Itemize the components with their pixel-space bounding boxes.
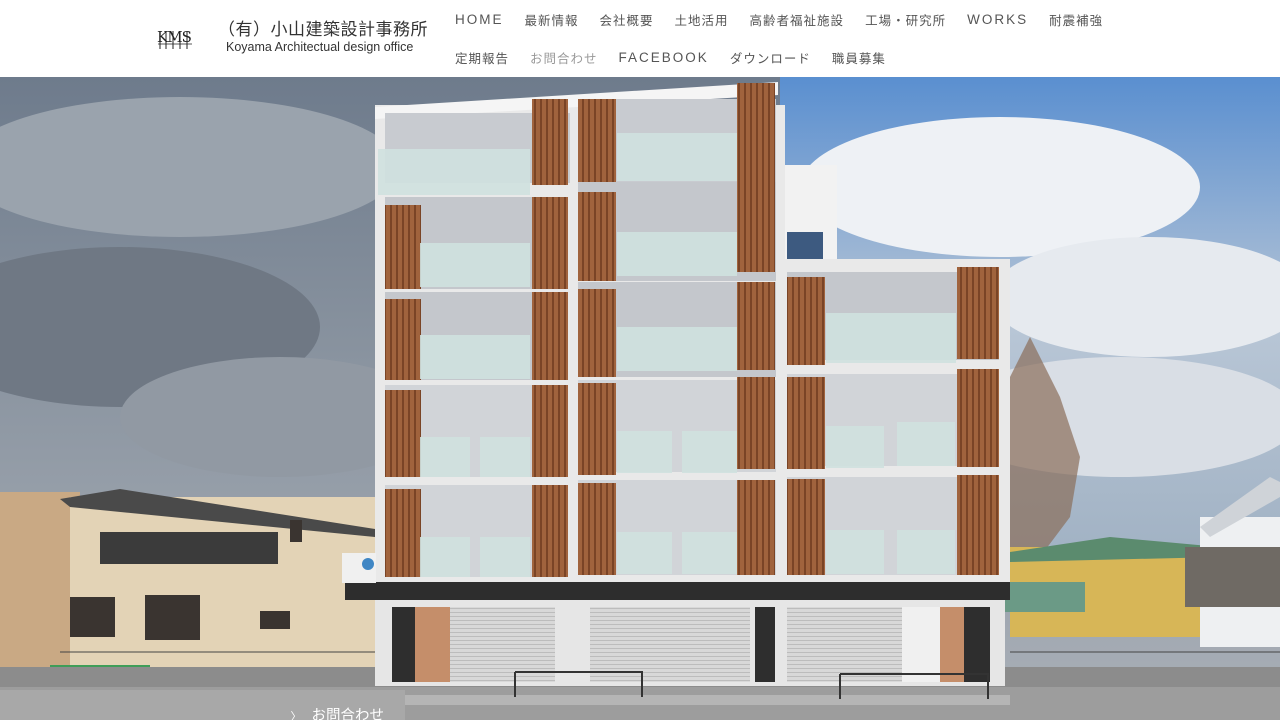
nav-item-works[interactable]: WORKS bbox=[967, 12, 1028, 27]
nav-item-elderly-care[interactable]: 高齢者福祉施設 bbox=[750, 10, 845, 29]
contact-tab[interactable]: 〉お問合わせ bbox=[0, 690, 405, 720]
nav-item-recruit[interactable]: 職員募集 bbox=[832, 48, 886, 67]
main-nav: HOME 最新情報 会社概要 土地活用 高齢者福祉施設 工場・研究所 WORKS… bbox=[455, 0, 1135, 76]
nav-item-home[interactable]: HOME bbox=[455, 12, 504, 27]
nav-item-land-use[interactable]: 土地活用 bbox=[675, 10, 729, 29]
contact-tab-label: 〉お問合わせ bbox=[291, 704, 385, 720]
building-photo-illustration bbox=[0, 77, 1280, 720]
nav-item-facebook[interactable]: FACEBOOK bbox=[619, 50, 709, 65]
site-header: KMS （有）小山建築設計事務所 Koyama Architectual des… bbox=[0, 0, 1280, 77]
nav-row-2: 定期報告 お問合わせ FACEBOOK ダウンロード 職員募集 bbox=[455, 38, 1135, 76]
svg-text:KMS: KMS bbox=[157, 28, 192, 46]
nav-item-company[interactable]: 会社概要 bbox=[600, 10, 654, 29]
nav-item-news[interactable]: 最新情報 bbox=[525, 10, 579, 29]
nav-item-contact[interactable]: お問合わせ bbox=[530, 48, 598, 67]
site-logo[interactable]: KMS （有）小山建築設計事務所 Koyama Architectual des… bbox=[156, 20, 428, 54]
nav-item-factory-lab[interactable]: 工場・研究所 bbox=[865, 10, 946, 29]
logo-mark-icon: KMS bbox=[157, 28, 193, 49]
nav-item-download[interactable]: ダウンロード bbox=[730, 48, 811, 67]
nav-item-seismic[interactable]: 耐震補強 bbox=[1049, 10, 1103, 29]
nav-row-1: HOME 最新情報 会社概要 土地活用 高齢者福祉施設 工場・研究所 WORKS… bbox=[455, 0, 1135, 38]
chevron-right-icon: 〉 bbox=[290, 710, 302, 720]
nav-item-periodic-report[interactable]: 定期報告 bbox=[455, 48, 509, 67]
contact-tab-text: お問合わせ bbox=[311, 708, 385, 720]
logo-subtitle: Koyama Architectual design office bbox=[226, 40, 414, 54]
hero-image bbox=[0, 77, 1280, 720]
logo-title: （有）小山建築設計事務所 bbox=[218, 20, 428, 40]
